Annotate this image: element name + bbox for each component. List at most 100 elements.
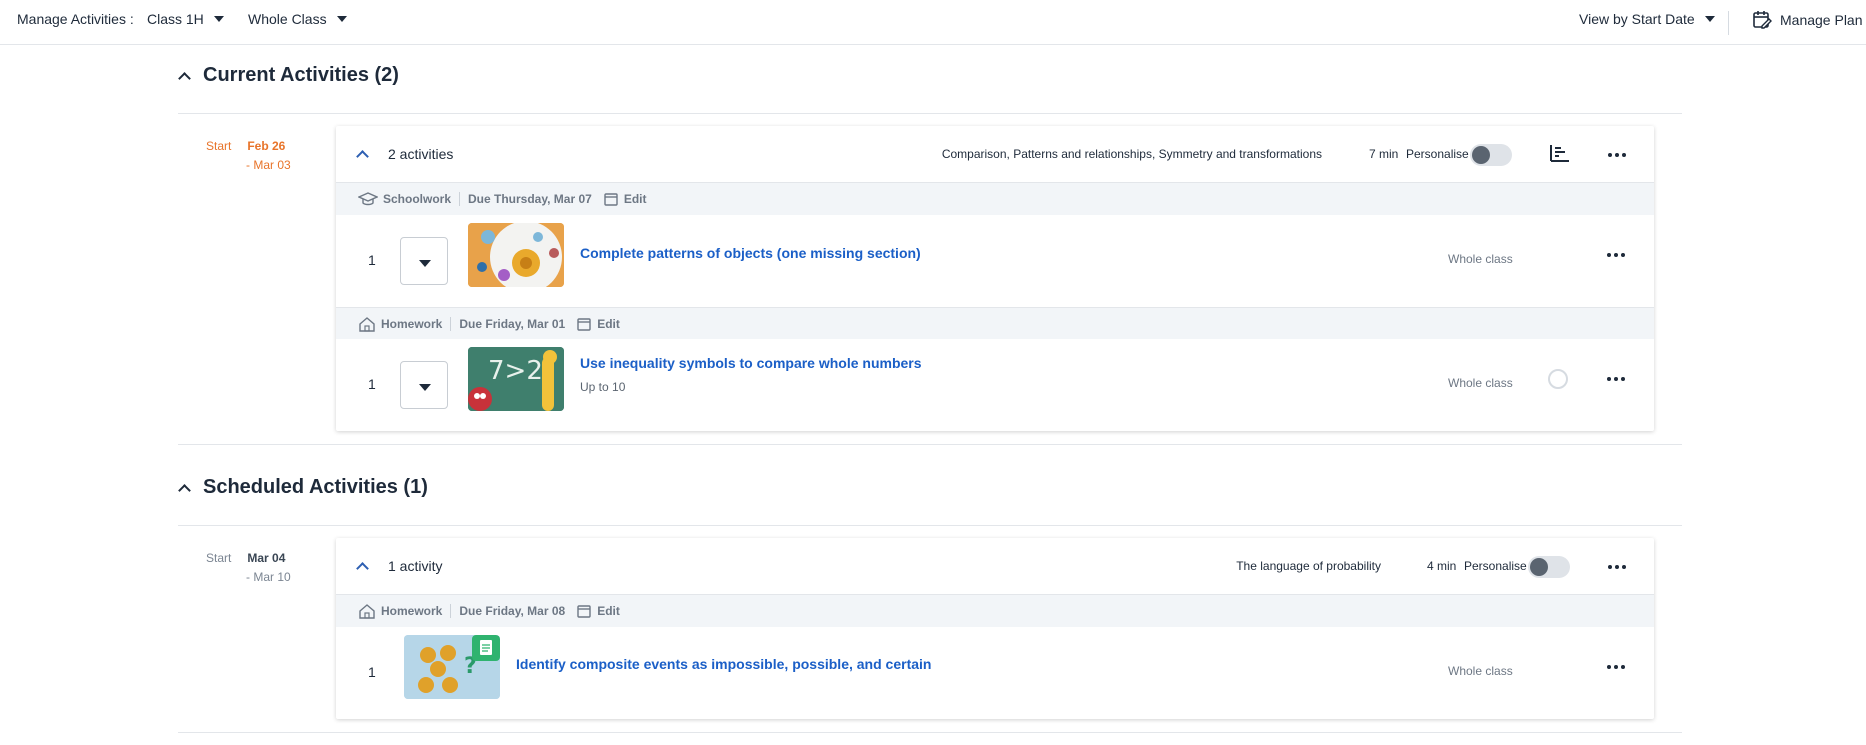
view-select-value: View by Start Date (1579, 11, 1695, 27)
caret-down-icon (1704, 16, 1715, 22)
personalise-toggle[interactable] (1528, 556, 1570, 578)
activity-thumbnail: ? (404, 635, 500, 699)
date-range: Start Mar 04 - Mar 10 (206, 551, 291, 584)
group-header: Schoolwork Due Thursday, Mar 07 Edit (336, 183, 1654, 215)
current-activities-toggle[interactable]: Current Activities (2) (178, 64, 399, 87)
topics: The language of probability (1236, 559, 1381, 573)
divider (450, 316, 452, 331)
edit-due-button[interactable]: Edit (577, 317, 620, 331)
card-header: 2 activities Comparison, Patterns and re… (336, 126, 1654, 183)
manage-plan-button[interactable]: Manage Plan (1752, 10, 1863, 30)
group-select-value: Whole Class (248, 11, 327, 27)
calendar-icon (577, 317, 591, 331)
activity-subtitle: Up to 10 (580, 380, 626, 394)
divider (178, 525, 1682, 526)
card-header: 1 activity The language of probability 4… (336, 538, 1654, 595)
scheduled-activities-toggle[interactable]: Scheduled Activities (1) (178, 476, 428, 499)
caret-down-icon (213, 16, 224, 22)
expand-button[interactable] (400, 361, 448, 409)
edit-label: Edit (597, 604, 620, 618)
more-icon[interactable] (1607, 377, 1625, 381)
expand-button[interactable] (400, 237, 448, 285)
assignment-type: Schoolwork (358, 191, 451, 207)
divider (459, 192, 461, 206)
class-select[interactable]: Class 1H (147, 11, 224, 27)
manage-plan-label: Manage Plan (1780, 12, 1863, 28)
start-label: Start (206, 139, 232, 153)
assignment-type-label: Homework (381, 604, 443, 618)
bar-chart-icon[interactable] (1549, 143, 1571, 163)
due-date: Due Thursday, Mar 07 (468, 192, 592, 206)
end-date: - Mar 10 (246, 570, 291, 584)
due-date: Due Friday, Mar 01 (459, 316, 566, 331)
divider (178, 732, 1682, 733)
chevron-up-icon[interactable] (356, 150, 369, 163)
edit-due-button[interactable]: Edit (577, 604, 620, 618)
home-icon (359, 316, 375, 332)
more-icon[interactable] (1608, 565, 1626, 569)
more-icon[interactable] (1607, 665, 1625, 669)
end-date: - Mar 03 (246, 158, 291, 172)
duration: 4 min (1427, 559, 1457, 573)
personalise-label: Personalise (1406, 147, 1469, 161)
manage-plan-icon (1753, 11, 1772, 29)
assignment-type: Homework (358, 316, 442, 332)
calendar-icon (577, 605, 591, 618)
view-select[interactable]: View by Start Date (1579, 11, 1715, 27)
home-icon (359, 604, 375, 619)
status-circle-icon (1548, 369, 1568, 389)
activity-title-link[interactable]: Complete patterns of objects (one missin… (580, 245, 921, 261)
row-number: 1 (368, 664, 376, 680)
more-icon[interactable] (1607, 253, 1625, 257)
activity-title-link[interactable]: Identify composite events as impossible,… (516, 656, 931, 672)
assigned-to: Whole class (1448, 376, 1513, 390)
group-header: Homework Due Friday, Mar 01 Edit (336, 307, 1654, 339)
caret-down-icon (419, 260, 431, 267)
divider (1728, 11, 1729, 35)
group-header: Homework Due Friday, Mar 08 Edit (336, 595, 1654, 627)
duration: 7 min (1369, 147, 1399, 161)
activity-thumbnail: 7>2 (468, 347, 564, 411)
edit-label: Edit (597, 316, 620, 331)
top-bar: Manage Activities : Class 1H Whole Class… (0, 0, 1866, 45)
assigned-to: Whole class (1448, 252, 1513, 266)
class-select-value: Class 1H (147, 11, 204, 27)
chevron-up-icon (178, 483, 191, 497)
toggle-knob (1530, 558, 1548, 576)
chevron-up-icon (178, 71, 191, 85)
activity-row: 1 7>2 Use inequality symbols to compare … (336, 339, 1654, 431)
activity-thumbnail (468, 223, 564, 287)
divider (178, 444, 1682, 445)
start-date: Mar 04 (247, 551, 286, 565)
activity-card: 1 activity The language of probability 4… (336, 538, 1654, 719)
caret-down-icon (336, 16, 347, 22)
activity-row: 1 ? Identify composite events as impossi… (336, 627, 1654, 719)
due-date: Due Friday, Mar 08 (459, 604, 566, 618)
caret-down-icon (419, 384, 431, 391)
calendar-icon (604, 193, 618, 206)
activity-count: 1 activity (388, 558, 443, 574)
assignment-type-label: Schoolwork (383, 192, 452, 206)
assigned-to: Whole class (1448, 664, 1513, 678)
start-label: Start (206, 551, 232, 565)
activity-card: 2 activities Comparison, Patterns and re… (336, 126, 1654, 431)
graduation-cap-icon (358, 192, 378, 206)
personalise-toggle[interactable] (1470, 144, 1512, 166)
assignment-type: Homework (358, 603, 442, 619)
topics: Comparison, Patterns and relationships, … (941, 147, 1322, 161)
activity-row: 1 Complete patterns of objects (one miss… (336, 215, 1654, 307)
start-date: Feb 26 (247, 139, 286, 153)
edit-due-button[interactable]: Edit (604, 192, 647, 206)
activity-title-link[interactable]: Use inequality symbols to compare whole … (580, 355, 922, 371)
chevron-up-icon[interactable] (356, 562, 369, 575)
divider (450, 604, 452, 618)
thumbnail-text: 7>2 (488, 356, 543, 386)
assignment-type-label: Homework (381, 316, 443, 331)
activity-count: 2 activities (388, 146, 454, 162)
edit-label: Edit (623, 192, 647, 206)
row-number: 1 (368, 376, 376, 392)
toggle-knob (1472, 146, 1490, 164)
group-select[interactable]: Whole Class (248, 11, 347, 27)
row-number: 1 (368, 252, 376, 268)
more-icon[interactable] (1608, 153, 1626, 157)
